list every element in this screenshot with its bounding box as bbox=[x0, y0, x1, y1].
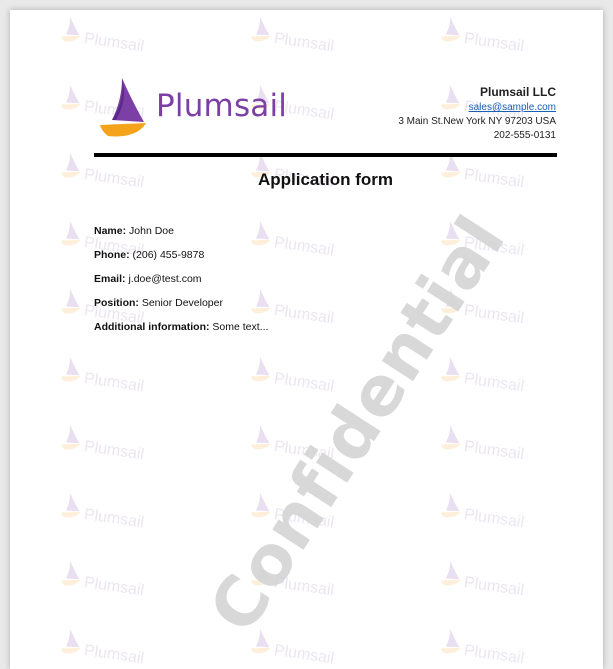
field-value: John Doe bbox=[129, 225, 174, 237]
watermark-tile-text: Plumsail bbox=[272, 370, 336, 396]
field-label: Email: bbox=[94, 273, 126, 285]
company-phone: 202-555-0131 bbox=[493, 130, 556, 141]
logo-text: Plumsail bbox=[156, 88, 288, 124]
watermark-tile-text: Plumsail bbox=[462, 574, 526, 600]
field-value: j.doe@test.com bbox=[128, 273, 202, 285]
watermark-tile-text: Plumsail bbox=[272, 234, 336, 260]
watermark-tile: Plumsail bbox=[58, 492, 208, 532]
field-row-email: Email: j.doe@test.com bbox=[94, 272, 268, 296]
company-info: Plumsail LLC sales@sample.com 3 Main St.… bbox=[398, 84, 556, 143]
field-value: Some text... bbox=[212, 321, 269, 333]
field-row-additional-info: Additional information: Some text... bbox=[94, 320, 268, 344]
watermark-tile: Plumsail bbox=[438, 356, 588, 396]
watermark-tile: Plumsail bbox=[58, 560, 208, 600]
field-value: (206) 455-9878 bbox=[132, 249, 205, 261]
watermark-tile-text: Plumsail bbox=[462, 642, 526, 668]
watermark-tile: Plumsail bbox=[248, 16, 398, 56]
watermark-tile-text: Plumsail bbox=[462, 30, 526, 56]
form-title: Application form bbox=[257, 170, 394, 189]
watermark-tile-text: Plumsail bbox=[82, 506, 146, 532]
watermark-tile-text: Plumsail bbox=[272, 642, 336, 668]
watermark-tile: Plumsail bbox=[248, 220, 398, 260]
company-email-link[interactable]: sales@sample.com bbox=[469, 102, 556, 113]
watermark-tile-text: Plumsail bbox=[82, 30, 146, 56]
watermark-tile: Plumsail bbox=[438, 560, 588, 600]
watermark-tile-text: Plumsail bbox=[82, 574, 146, 600]
watermark-tile-text: Plumsail bbox=[82, 370, 146, 396]
watermark-tile: Plumsail bbox=[438, 492, 588, 532]
header-divider bbox=[94, 153, 557, 157]
document-page: Plumsail Plumsail Plumsail Plumsail Plumsail… bbox=[10, 10, 603, 669]
field-label: Additional information: bbox=[94, 321, 210, 333]
field-row-position: Position: Senior Developer bbox=[94, 296, 268, 320]
watermark-tile-text: Plumsail bbox=[462, 506, 526, 532]
field-value: Senior Developer bbox=[141, 297, 223, 309]
field-label: Name: bbox=[94, 225, 127, 237]
watermark-tile: Plumsail bbox=[248, 628, 398, 668]
watermark-tile: Plumsail bbox=[438, 16, 588, 56]
watermark-tile-text: Plumsail bbox=[272, 302, 336, 328]
watermark-tile-text: Plumsail bbox=[462, 438, 526, 464]
field-row-name: Name: John Doe bbox=[94, 224, 268, 248]
watermark-tile: Plumsail bbox=[58, 356, 208, 396]
watermark-tile: Plumsail bbox=[58, 16, 208, 56]
company-address: 3 Main St.New York NY 97203 USA bbox=[398, 116, 556, 127]
plumsail-sail-icon bbox=[100, 78, 146, 137]
watermark-tile-text: Plumsail bbox=[462, 370, 526, 396]
watermark-tile-text: Plumsail bbox=[82, 642, 146, 668]
company-name: Plumsail LLC bbox=[479, 85, 556, 99]
watermark-tile: Plumsail bbox=[438, 628, 588, 668]
field-label: Phone: bbox=[94, 249, 130, 261]
field-row-phone: Phone: (206) 455-9878 bbox=[94, 248, 268, 272]
watermark-tile-text: Plumsail bbox=[272, 30, 336, 56]
watermark-tile-text: Plumsail bbox=[82, 438, 146, 464]
watermark-tile: Plumsail bbox=[58, 424, 208, 464]
watermark-tile: Plumsail bbox=[438, 424, 588, 464]
company-logo: Plumsail bbox=[94, 76, 294, 137]
watermark-tile: Plumsail bbox=[248, 288, 398, 328]
form-fields: Name: John Doe Phone: (206) 455-9878 Ema… bbox=[94, 224, 268, 344]
field-label: Position: bbox=[94, 297, 139, 309]
